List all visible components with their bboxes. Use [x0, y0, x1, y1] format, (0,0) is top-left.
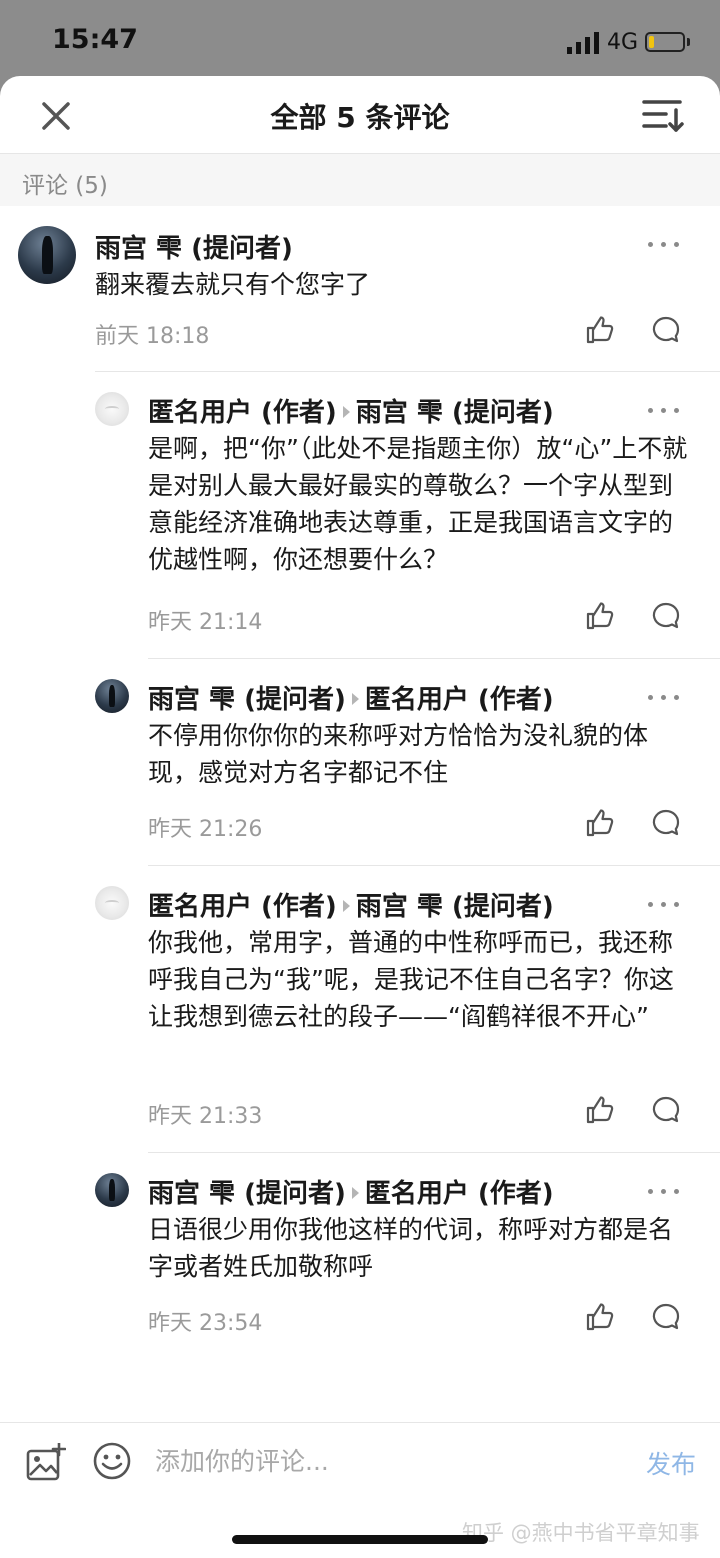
- cellular-signal-icon: [567, 32, 599, 54]
- reply-arrow-icon: [342, 900, 350, 912]
- sheet-header: 全部 5 条评论: [0, 76, 720, 154]
- comment-text: 你我他，常用字，普通的中性称呼而已，我还称呼我自己为“我”呢，是我记不住自己名字…: [148, 928, 674, 1031]
- reply-item: 匿名用户 (作者) 雨宫 雫 (提问者) 你我他，常用字，普通的中性称呼而已，我还…: [0, 866, 720, 1153]
- thumbs-up-icon[interactable]: [584, 1301, 616, 1333]
- speech-bubble-icon[interactable]: [650, 314, 682, 346]
- reply-target-name[interactable]: 匿名用户 (作者): [365, 685, 554, 715]
- more-dots-icon[interactable]: [646, 400, 682, 420]
- thumbs-up-icon[interactable]: [584, 1094, 616, 1126]
- comment-time: 昨天 21:26: [148, 817, 263, 842]
- more-dots-icon[interactable]: [646, 894, 682, 914]
- author-name[interactable]: 雨宫 雫 (提问者): [148, 685, 346, 715]
- avatar[interactable]: [18, 226, 76, 284]
- author-name[interactable]: 匿名用户 (作者): [148, 892, 337, 922]
- reply-item: 雨宫 雫 (提问者) 匿名用户 (作者) 日语很少用你我他这样的代词，称呼对方都是…: [0, 1153, 720, 1360]
- reply-target-name[interactable]: 雨宫 雫 (提问者): [356, 398, 554, 428]
- more-dots-icon[interactable]: [646, 687, 682, 707]
- battery-level-fill: [649, 36, 654, 48]
- author-name[interactable]: 雨宫 雫 (提问者): [148, 1179, 346, 1209]
- comment-composer: 发布 知乎 @燕中书省平章知事: [0, 1422, 720, 1558]
- comment-time: 前天 18:18: [95, 324, 210, 349]
- thumbs-up-icon[interactable]: [584, 314, 616, 346]
- watermark: 知乎 @燕中书省平章知事: [462, 1521, 700, 1545]
- comment-text: 不停用你你你的来称呼对方恰恰为没礼貌的体现，感觉对方名字都记不住: [148, 721, 649, 787]
- comment-count-bar: 评论 (5): [0, 154, 720, 206]
- reply-target-name[interactable]: 匿名用户 (作者): [365, 1179, 554, 1209]
- reply-item: 匿名用户 (作者) 雨宫 雫 (提问者) 是啊，把“你”（此处不是指题主你）放“心…: [0, 372, 720, 659]
- page-title: 全部 5 条评论: [270, 101, 450, 134]
- avatar-mark: [104, 899, 120, 906]
- comment-time: 昨天 21:33: [148, 1104, 263, 1129]
- more-dots-icon[interactable]: [646, 1181, 682, 1201]
- comment-author[interactable]: 雨宫 雫 (提问者): [95, 228, 293, 265]
- home-indicator[interactable]: [232, 1535, 488, 1544]
- avatar-figure: [109, 1179, 116, 1201]
- comment-input[interactable]: [155, 1441, 615, 1481]
- reply-authors: 匿名用户 (作者) 雨宫 雫 (提问者): [148, 886, 554, 923]
- sort-icon[interactable]: [640, 96, 686, 134]
- status-bar: 15:47 4G: [0, 0, 720, 76]
- more-dots-icon[interactable]: [646, 234, 682, 254]
- speech-bubble-icon[interactable]: [650, 1094, 682, 1126]
- thumbs-up-icon[interactable]: [584, 600, 616, 632]
- thumbs-up-icon[interactable]: [584, 807, 616, 839]
- reply-arrow-icon: [351, 1187, 359, 1199]
- avatar-figure: [109, 685, 116, 707]
- reply-authors: 匿名用户 (作者) 雨宫 雫 (提问者): [148, 392, 554, 429]
- reply-authors: 雨宫 雫 (提问者) 匿名用户 (作者): [148, 679, 554, 716]
- comment-text: 是啊，把“你”（此处不是指题主你）放“心”上不就是对别人最大最好最实的尊敬么？一…: [148, 434, 688, 574]
- avatar-mark: [104, 405, 120, 412]
- reply-arrow-icon: [342, 406, 350, 418]
- avatar[interactable]: [95, 886, 129, 920]
- avatar[interactable]: [95, 392, 129, 426]
- emoji-icon[interactable]: [92, 1441, 132, 1481]
- comment-time: 昨天 21:14: [148, 610, 263, 635]
- reply-item: 雨宫 雫 (提问者) 匿名用户 (作者) 不停用你你你的来称呼对方恰恰为没礼貌的体…: [0, 659, 720, 866]
- network-type: 4G: [607, 30, 639, 55]
- avatar-figure: [42, 236, 53, 274]
- comment-time: 昨天 23:54: [148, 1311, 263, 1336]
- reply-target-name[interactable]: 雨宫 雫 (提问者): [356, 892, 554, 922]
- reply-arrow-icon: [351, 693, 359, 705]
- comments-sheet: 全部 5 条评论 评论 (5) 雨宫 雫 (提问者) 翻来覆去就只有个您字了 前…: [0, 76, 720, 1558]
- comment-text: 翻来覆去就只有个您字了: [95, 270, 371, 299]
- battery-tip: [687, 38, 690, 46]
- image-add-icon[interactable]: [26, 1443, 66, 1481]
- author-name[interactable]: 匿名用户 (作者): [148, 398, 337, 428]
- comment-item: 雨宫 雫 (提问者) 翻来覆去就只有个您字了 前天 18:18: [0, 206, 720, 372]
- comment-text: 日语很少用你我他这样的代词，称呼对方都是名字或者姓氏加敬称呼: [148, 1215, 674, 1281]
- status-time: 15:47: [52, 24, 138, 55]
- comment-count-label: 评论 (5): [22, 173, 108, 199]
- battery-icon: [645, 32, 685, 52]
- publish-button[interactable]: 发布: [646, 1445, 696, 1481]
- author-name: 雨宫 雫 (提问者): [95, 234, 293, 264]
- speech-bubble-icon[interactable]: [650, 600, 682, 632]
- speech-bubble-icon[interactable]: [650, 1301, 682, 1333]
- avatar[interactable]: [95, 1173, 129, 1207]
- reply-authors: 雨宫 雫 (提问者) 匿名用户 (作者): [148, 1173, 554, 1210]
- speech-bubble-icon[interactable]: [650, 807, 682, 839]
- avatar[interactable]: [95, 679, 129, 713]
